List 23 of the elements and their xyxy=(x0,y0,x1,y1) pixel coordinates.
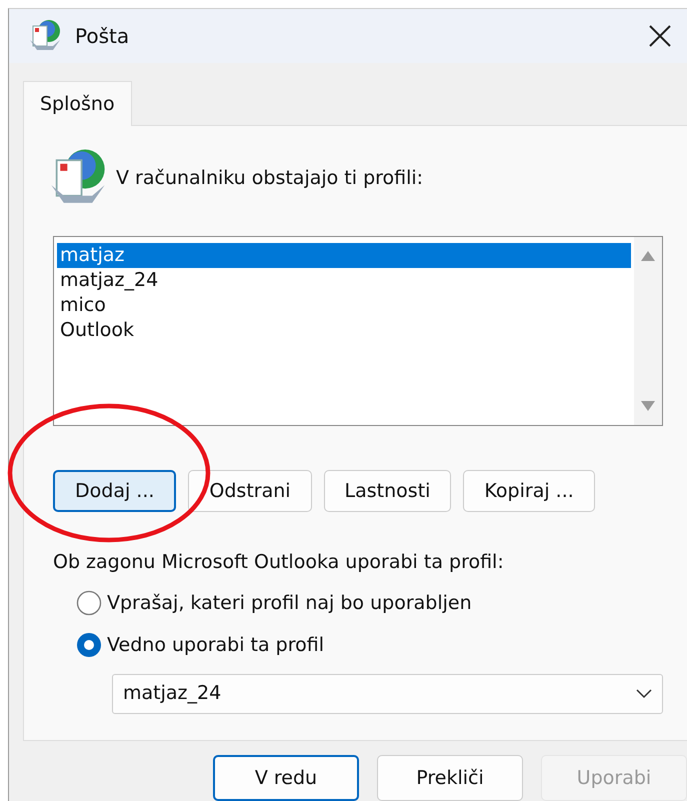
radio-button[interactable] xyxy=(76,590,102,616)
profile-item[interactable]: matjaz xyxy=(57,243,631,268)
profile-item[interactable]: matjaz_24 xyxy=(57,268,631,294)
dialog-button[interactable]: V redu xyxy=(213,755,359,801)
radio-button[interactable] xyxy=(76,632,102,658)
profile-item[interactable]: mico xyxy=(57,293,631,318)
profile-item[interactable]: Outlook xyxy=(57,318,631,344)
scroll-up-icon[interactable] xyxy=(641,251,655,262)
tab[interactable]: Splošno xyxy=(23,80,132,126)
profile-button[interactable]: Odstrani xyxy=(188,470,312,512)
profile-button[interactable]: Dodaj ... xyxy=(53,470,176,512)
profile-button[interactable]: Lastnosti xyxy=(324,470,452,512)
radio-label[interactable]: Vedno uporabi ta profil xyxy=(107,631,324,660)
window-title: Pošta xyxy=(75,22,130,50)
profiles-heading: V računalniku obstajajo ti profili: xyxy=(116,166,424,191)
scrollbar[interactable] xyxy=(634,237,662,426)
scroll-down-icon[interactable] xyxy=(641,401,655,412)
dialog-button[interactable]: Prekliči xyxy=(377,755,523,801)
profile-button[interactable]: Kopiraj ... xyxy=(463,470,595,512)
chevron-down-icon xyxy=(636,688,652,699)
startup-label: Ob zagonu Microsoft Outlooka uporabi ta profil: xyxy=(53,550,505,576)
radio-label[interactable]: Vprašaj, kateri profil naj bo uporabljen xyxy=(107,588,472,618)
profile-dropdown[interactable]: matjaz_24 xyxy=(112,674,663,714)
